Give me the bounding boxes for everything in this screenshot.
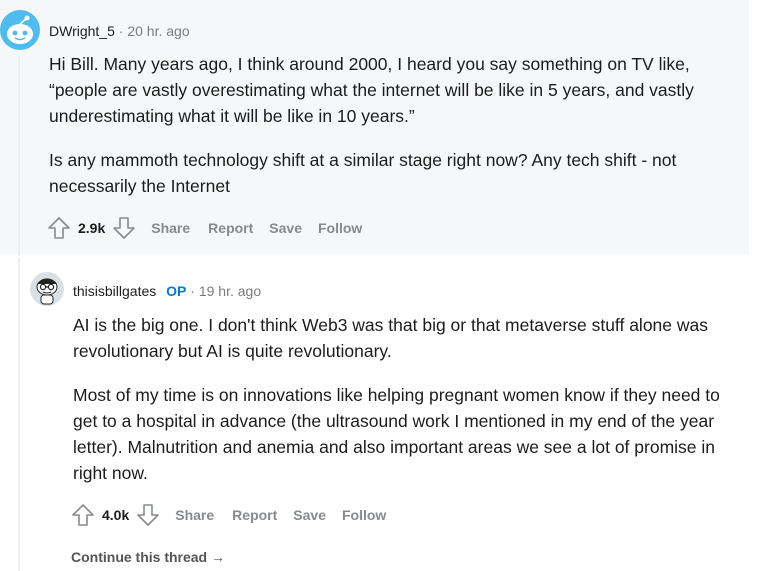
downvote-icon[interactable] xyxy=(111,215,137,241)
meta-separator: · xyxy=(118,23,124,39)
author-name[interactable]: DWright_5 xyxy=(49,23,115,39)
follow-button[interactable]: Follow xyxy=(342,507,386,523)
snoo-avatar-icon xyxy=(7,15,33,44)
continue-thread-label: Continue this thread xyxy=(71,549,208,565)
timestamp[interactable]: 19 hr. ago xyxy=(199,283,261,299)
timestamp[interactable]: 20 hr. ago xyxy=(127,23,189,39)
comment-paragraph: Most of my time is on innovations like h… xyxy=(73,385,720,483)
user-avatar[interactable] xyxy=(0,10,40,50)
arrow-right-icon: → xyxy=(211,549,226,565)
comment-meta: thisisbillgates OP · 19 hr. ago xyxy=(73,282,261,300)
follow-button[interactable]: Follow xyxy=(318,220,362,236)
op-badge: OP xyxy=(166,283,187,299)
downvote-icon[interactable] xyxy=(135,502,161,528)
comment-paragraph: AI is the big one. I don't think Web3 wa… xyxy=(73,315,708,361)
snoo-avatar-icon xyxy=(36,278,58,305)
comment-meta: DWright_5 · 20 hr. ago xyxy=(49,22,190,40)
upvote-icon[interactable] xyxy=(70,502,96,528)
user-avatar[interactable] xyxy=(30,272,64,306)
save-button[interactable]: Save xyxy=(269,220,302,236)
share-button[interactable]: Share xyxy=(151,220,190,236)
comment-body: Hi Bill. Many years ago, I think around … xyxy=(49,51,739,217)
comment-paragraph: Hi Bill. Many years ago, I think around … xyxy=(49,54,694,126)
continue-thread-link[interactable]: Continue this thread → xyxy=(71,549,225,565)
comment-paragraph: Is any mammoth technology shift at a sim… xyxy=(49,150,677,196)
reply-thread-line[interactable] xyxy=(18,258,20,571)
comment-actions: 2.9k Share Report Save Follow xyxy=(46,214,362,242)
author-name[interactable]: thisisbillgates xyxy=(73,283,156,299)
upvote-icon[interactable] xyxy=(46,215,72,241)
comment-body: AI is the big one. I don't think Web3 wa… xyxy=(73,312,738,504)
meta-separator: · xyxy=(190,283,195,299)
vote-score: 4.0k xyxy=(102,507,130,523)
report-button[interactable]: Report xyxy=(232,507,277,523)
thread-line[interactable] xyxy=(18,56,20,256)
save-button[interactable]: Save xyxy=(293,507,326,523)
share-button[interactable]: Share xyxy=(175,507,214,523)
report-button[interactable]: Report xyxy=(208,220,253,236)
comment-actions: 4.0k Share Report Save Follow xyxy=(70,501,386,529)
vote-score: 2.9k xyxy=(78,220,106,236)
